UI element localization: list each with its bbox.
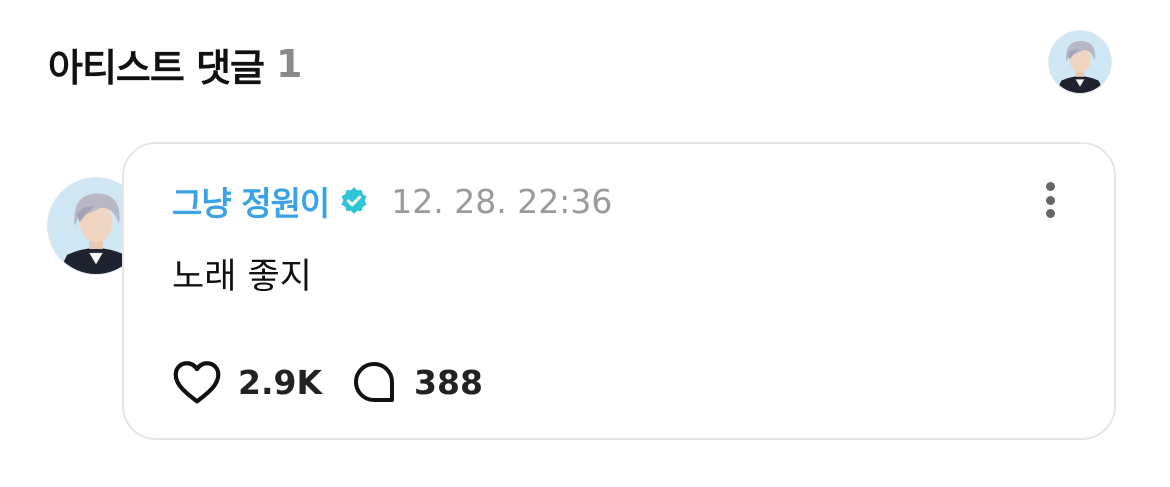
comment-text: 노래 좋지 xyxy=(172,257,312,297)
artist-comments-page: 아티스트 댓글 1 그냥 정원이 12. 28. 22:36 노래 좋지 2.9… xyxy=(0,0,1170,487)
reply-count: 388 xyxy=(414,362,483,402)
more-vertical-icon-dot xyxy=(1045,209,1055,218)
more-vertical-icon-dot xyxy=(1045,195,1055,205)
verified-badge-icon xyxy=(339,186,369,216)
more-options-button[interactable] xyxy=(1036,178,1064,222)
comment-card: 그냥 정원이 12. 28. 22:36 노래 좋지 2.9K 388 xyxy=(122,142,1116,440)
comment-meta: 그냥 정원이 12. 28. 22:36 xyxy=(172,177,612,225)
speech-bubble-icon xyxy=(354,362,395,402)
comment-timestamp: 12. 28. 22:36 xyxy=(391,181,613,221)
like-count: 2.9K xyxy=(238,362,323,402)
header-avatar[interactable] xyxy=(1049,31,1111,93)
heart-icon xyxy=(173,361,221,404)
comment-actions: 2.9K 388 xyxy=(172,356,483,408)
comment-count: 1 xyxy=(276,42,303,86)
section-title: 아티스트 댓글 xyxy=(48,45,265,90)
avatar-image xyxy=(1049,31,1111,93)
like-button[interactable]: 2.9K xyxy=(172,359,322,405)
reply-button[interactable]: 388 xyxy=(350,358,483,406)
author-name[interactable]: 그냥 정원이 xyxy=(172,177,330,225)
more-vertical-icon xyxy=(1045,182,1055,191)
section-header: 아티스트 댓글 1 xyxy=(48,34,302,94)
